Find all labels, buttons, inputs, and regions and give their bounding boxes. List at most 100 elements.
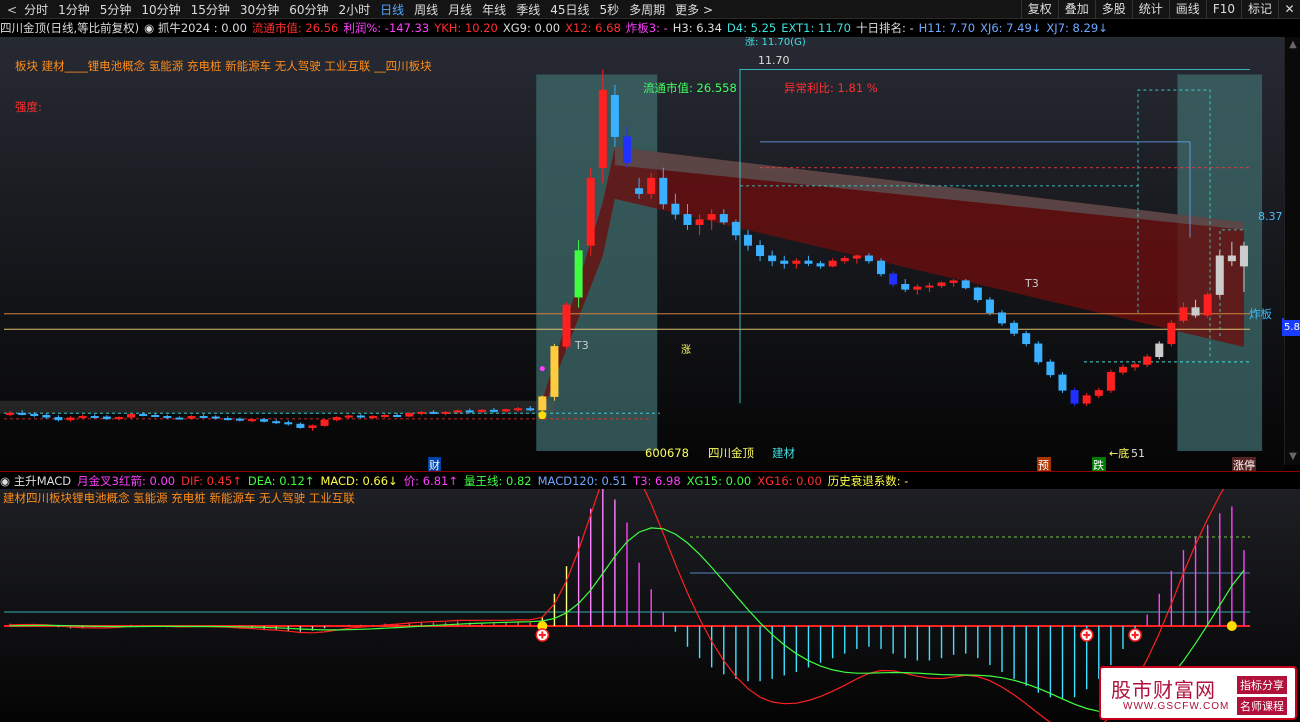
stock-app: { "toolbar": { "periods": ["分时","1分钟","5… — [0, 0, 1300, 722]
period-tab-13[interactable]: 45日线 — [545, 1, 594, 19]
zhangting-label: 涨停 — [1233, 458, 1255, 471]
plus-marker-icon — [535, 628, 550, 642]
die-label: 跌 — [1093, 458, 1104, 471]
candle-72 — [877, 258, 886, 277]
candle-26 — [320, 418, 329, 427]
period-tab-5[interactable]: 30分钟 — [235, 1, 284, 19]
sub-value-10: XG16: 0.00 — [757, 473, 822, 488]
back-arrow-icon[interactable]: < — [0, 3, 19, 17]
plus-marker-icon — [1079, 628, 1094, 642]
sector-label: 板块 建材____锂电池概念 氢能源 充电桩 新能源车 无人驾驶 工业互联 __… — [15, 59, 432, 73]
right-toolbar: 复权 叠加 多股 统计 画线 F10 标记 ✕ — [1020, 0, 1300, 19]
sub-value-4: MACD: 0.66↓ — [320, 473, 398, 488]
toolbar-button-5[interactable]: F10 — [1205, 0, 1241, 19]
indicator-value-14: XJ7: 8.29↓ — [1046, 21, 1108, 35]
candle-86 — [1046, 359, 1055, 378]
indicator-value-11: 十日排名: - — [855, 21, 914, 35]
indicator-value-7: 炸板3: - — [625, 21, 668, 35]
start-marker-icon — [538, 411, 547, 420]
period-tab-7[interactable]: 2小时 — [333, 1, 375, 19]
toolbar-button-0[interactable]: 复权 — [1020, 0, 1058, 19]
toolbar-button-6[interactable]: 标记 — [1240, 0, 1278, 19]
indicator-value-3: 利润%: -147.33 — [343, 21, 430, 35]
chart-scrollbar[interactable]: ▲ ▼ — [1284, 37, 1300, 465]
indicator-value-1: ◉ 抓牛2024 : 0.00 — [144, 21, 247, 35]
sub-value-1: 月金叉3红箭: 0.00 — [77, 473, 176, 488]
toolbar-button-4[interactable]: 画线 — [1168, 0, 1206, 19]
di-value: 51 — [1131, 447, 1145, 460]
main-kline-chart[interactable]: 板块 建材____锂电池概念 氢能源 充电桩 新能源车 无人驾驶 工业互联 __… — [0, 37, 1284, 471]
period-tab-1[interactable]: 1分钟 — [53, 1, 95, 19]
candle-91 — [1106, 369, 1115, 393]
candle-85 — [1034, 341, 1043, 365]
indicator-value-13: XJ6: 7.49↓ — [980, 21, 1042, 35]
plus-marker-icon — [1128, 628, 1142, 642]
period-tab-6[interactable]: 60分钟 — [284, 1, 333, 19]
stock-name: 四川金顶 — [708, 446, 754, 460]
rating-label: 强度: — [15, 100, 42, 114]
zhaban-marker-icon — [539, 366, 545, 372]
toolbar-button-3[interactable]: 统计 — [1131, 0, 1169, 19]
indicator-value-2: 流通市值: 26.56 — [251, 21, 339, 35]
sub-value-6: 量王线: 0.82 — [463, 473, 532, 488]
sub-value-9: XG15: 0.00 — [686, 473, 752, 488]
period-tab-11[interactable]: 年线 — [477, 1, 511, 19]
watermark-badge-course: 名师课程 — [1237, 697, 1287, 715]
sub-value-8: T3: 6.98 — [633, 473, 681, 488]
candle-96 — [1167, 320, 1176, 347]
close-icon[interactable]: ✕ — [1278, 0, 1300, 19]
candle-88 — [1070, 387, 1079, 406]
toolbar-button-1[interactable]: 叠加 — [1057, 0, 1095, 19]
t3-label-b: T3 — [1024, 277, 1039, 290]
site-watermark: 股市财富网 WWW.GSCFW.COM 指标分享 名师课程 — [1099, 666, 1297, 720]
zhaban-label: 炸板 — [1249, 307, 1272, 321]
indicator-value-10: EXT1: 11.70 — [781, 21, 851, 35]
period-tab-16[interactable]: 更多 > — [670, 1, 718, 19]
candle-95 — [1155, 341, 1164, 360]
period-toolbar: < 分时 1分钟 5分钟 10分钟 15分钟 30分钟 60分钟 2小时 日线 周线 月线 年线 季线 4… — [0, 0, 1300, 19]
sub-value-11: 历史衰退系数: - — [827, 473, 909, 488]
period-tab-0[interactable]: 分时 — [19, 1, 53, 19]
candle-44 — [538, 395, 547, 412]
indicator-value-5: XG9: 0.00 — [502, 21, 561, 35]
sub-value-3: DEA: 0.12↑ — [247, 473, 315, 488]
candle-81 — [985, 297, 994, 316]
scroll-up-icon[interactable]: ▲ — [1287, 39, 1299, 51]
scroll-down-icon[interactable]: ▼ — [1287, 451, 1299, 463]
period-tab-10[interactable]: 月线 — [443, 1, 477, 19]
sector-tag: 建材 — [772, 446, 795, 460]
indicator-value-9: D4: 5.25 — [726, 21, 777, 35]
period-tab-14[interactable]: 5秒 — [594, 1, 624, 19]
watermark-title: 股市财富网 — [1111, 678, 1216, 702]
candle-99 — [1203, 292, 1212, 318]
candle-46 — [562, 302, 571, 349]
price-right: 8.37 — [1258, 210, 1283, 223]
candle-87 — [1058, 372, 1067, 393]
sub-value-2: DIF: 0.45↑ — [181, 473, 242, 488]
sub-indicator-header: ◉ 主升MACD 月金叉3红箭: 0.00 DIF: 0.45↑ DEA: 0.12↑… — [0, 471, 1300, 489]
profit-label: 异常利比: 1.81 % — [784, 81, 878, 95]
sub-value-5: 价: 6.81↑ — [403, 473, 458, 488]
stock-code: 600678 — [645, 446, 689, 460]
indicator-value-12: H11: 7.70 — [918, 21, 976, 35]
watermark-badge-share: 指标分享 — [1237, 676, 1287, 694]
high-mark: 11.70 — [758, 54, 790, 67]
period-tab-15[interactable]: 多周期 — [624, 1, 670, 19]
golden-cross-icon — [1226, 621, 1237, 631]
period-tabs: < 分时 1分钟 5分钟 10分钟 15分钟 30分钟 60分钟 2小时 日线 周线 月线 年线 季线 4… — [0, 0, 718, 19]
sub-value-0: ◉ 主升MACD — [0, 473, 72, 488]
di-label: ←底 — [1109, 446, 1129, 460]
period-tab-8[interactable]: 日线 — [375, 1, 409, 19]
t3-label-a: T3 — [574, 339, 589, 352]
period-tab-4[interactable]: 15分钟 — [186, 1, 235, 19]
zhi-label: 涨 — [681, 344, 691, 356]
period-tab-3[interactable]: 10分钟 — [136, 1, 185, 19]
top-note: 涨: 11.70(G) — [745, 37, 806, 48]
period-tab-9[interactable]: 周线 — [409, 1, 443, 19]
toolbar-button-2[interactable]: 多股 — [1094, 0, 1132, 19]
period-tab-12[interactable]: 季线 — [511, 1, 545, 19]
period-tab-2[interactable]: 5分钟 — [95, 1, 137, 19]
watermark-url: WWW.GSCFW.COM — [1123, 701, 1230, 712]
candle-100 — [1215, 250, 1224, 298]
indicator-value-4: YKH: 10.20 — [434, 21, 498, 35]
